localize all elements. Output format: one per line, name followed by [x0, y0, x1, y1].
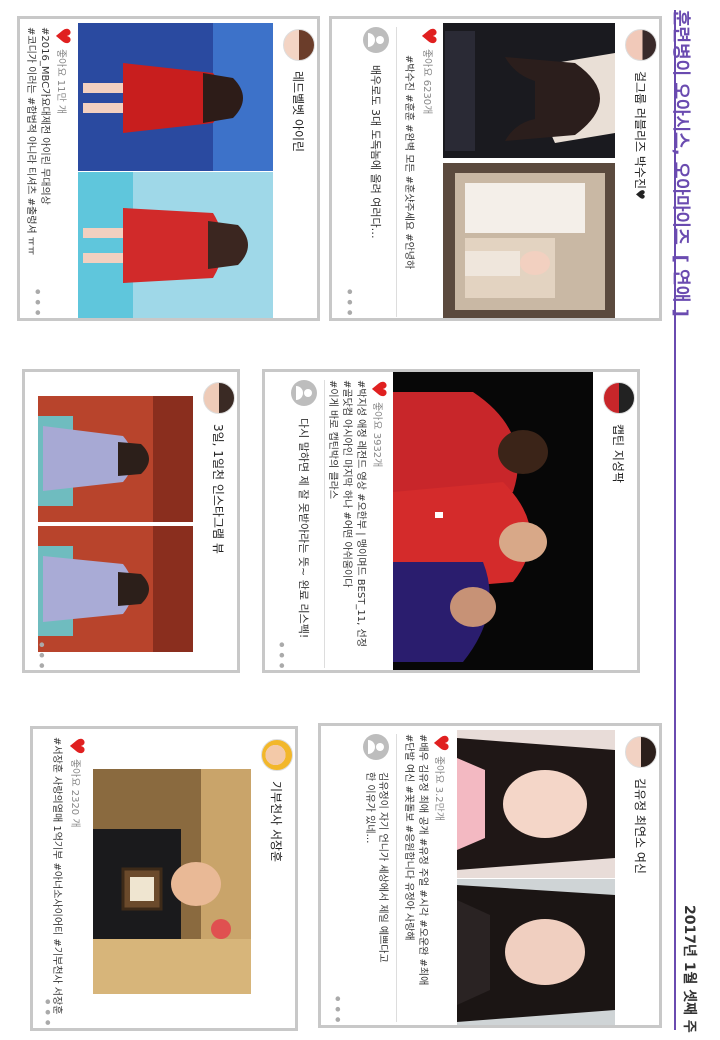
like-count: ♥ 좋아요 11만 개: [51, 27, 75, 115]
heart-icon[interactable]: ♥: [65, 737, 89, 755]
hashtags: #2016_MBC가요대제전 아이린 무대의상 #코디가 이러는 #합법적 아니…: [25, 27, 50, 256]
bracket-open: [: [670, 254, 691, 263]
post-author[interactable]: 걸그룹 러블리즈 박수진♥: [625, 29, 657, 200]
more-options-icon[interactable]: •••: [272, 640, 291, 670]
username[interactable]: 3일, 1일천 인스타그램 뷰: [211, 424, 228, 554]
post-photo[interactable]: [78, 23, 273, 318]
comment-text: 다시 말하면 제 잘 못받아라는 뜻~ 완료 리스펙!: [297, 418, 310, 639]
likes-text: 좋아요 3.2만개: [433, 755, 445, 822]
post-card[interactable]: 기부천사 서장훈 ♥ 좋아요 2320 개 #서장훈 사랑의열매 1억기부 #아…: [30, 726, 298, 1031]
avatar[interactable]: [261, 739, 293, 771]
like-count: ♥ 좋아요 3.2만개: [429, 734, 453, 822]
issue-date: 2017년 1월 셋째 주: [681, 905, 697, 1033]
username[interactable]: 김유정 최연소 여신: [633, 778, 650, 874]
like-count: ♥ 좋아요 6230개: [417, 27, 441, 115]
divider: [396, 734, 397, 1022]
page: 훈련병이 오아시스, 오아마이즈 [ 연애 ] 2017년 1월 셋째 주 걸그룹…: [0, 0, 720, 1040]
hashtags: #서장훈 사랑의열매 1억기부 #아너소사이어티 #기부천사 서장훈: [51, 737, 62, 1015]
avatar[interactable]: [603, 382, 635, 414]
post-card[interactable]: 캡틴 지성팍 ♥ 좋아요 3932개 #박지성 애정 레전드 영상 #오한부 |…: [262, 369, 640, 673]
bracket-close: ]: [670, 308, 691, 317]
post-card[interactable]: 김유정 최연소 여신 ♥ 좋아요 3.2만개 #배우 김유정 최애 공개 #유정…: [318, 723, 662, 1028]
section-label: 연애: [670, 269, 691, 303]
likes-text: 좋아요 3932개: [371, 401, 383, 468]
hashtags: #박수진 #훈훈 #완벽 모든 #훈샷주세요 #안녕하: [403, 55, 414, 270]
hashtags: #박지성 애정 레전드 영상 #오한부 | 맹이며드 BEST_11, 선정 #…: [327, 380, 366, 647]
likes-text: 좋아요 6230개: [421, 48, 433, 115]
page-title: 훈련병이 오아시스, 오아마이즈 [ 연애 ]: [669, 10, 695, 317]
avatar[interactable]: [203, 382, 235, 414]
post-photo[interactable]: [93, 769, 251, 994]
commenter-avatar-icon: [363, 734, 389, 760]
post-author[interactable]: 기부천사 서장훈: [261, 739, 293, 862]
more-options-icon[interactable]: •••: [38, 997, 57, 1028]
heart-icon[interactable]: ♥: [367, 380, 391, 398]
commenter-avatar-icon: [291, 380, 317, 406]
post-photo[interactable]: [457, 730, 615, 1025]
post-author[interactable]: 김유정 최연소 여신: [625, 736, 657, 874]
heart-icon[interactable]: ♥: [417, 27, 441, 45]
post-card[interactable]: 3일, 1일천 인스타그램 뷰 •••: [22, 369, 240, 673]
comment-text: 김유정이 자기 언니가 세상에서 제일 예쁘다고 한 이유가 있네…: [364, 772, 388, 963]
username[interactable]: 기부천사 서장훈: [269, 781, 286, 862]
divider: [324, 380, 325, 668]
more-options-icon[interactable]: •••: [340, 287, 359, 318]
username[interactable]: 레드벨벳 아이린: [291, 71, 308, 152]
post-author[interactable]: 캡틴 지성팍: [603, 382, 635, 483]
title-main: 훈련병이 오아시스, 오아마이즈: [670, 10, 691, 245]
username[interactable]: 걸그룹 러블리즈 박수진♥: [633, 71, 650, 200]
heart-icon[interactable]: ♥: [429, 734, 453, 752]
post-photo[interactable]: [393, 372, 593, 670]
avatar[interactable]: [625, 736, 657, 768]
post-author[interactable]: 3일, 1일천 인스타그램 뷰: [203, 382, 235, 554]
post-photo[interactable]: [443, 23, 615, 318]
post-photo[interactable]: [38, 396, 193, 652]
comment: 배우로도 3대 도독놈에 올려 여러다…: [363, 27, 389, 239]
more-options-icon[interactable]: •••: [328, 994, 347, 1025]
username[interactable]: 캡틴 지성팍: [611, 424, 628, 483]
hashtags: #배우 김유정 최애 공개 #유정 주얼 #시각 #오운완 #최애 #단발 여신…: [403, 734, 428, 986]
more-options-icon[interactable]: •••: [28, 287, 47, 318]
comment: 김유정이 자기 언니가 세상에서 제일 예쁘다고 한 이유가 있네…: [363, 734, 389, 963]
post-card[interactable]: 걸그룹 러블리즈 박수진♥ ♥ 좋아요 6230개 #박수진 #훈훈 #완벽 모…: [329, 16, 662, 321]
like-count: ♥ 좋아요 3932개: [367, 380, 391, 468]
comment: 다시 말하면 제 잘 못받아라는 뜻~ 완료 리스펙!: [291, 380, 317, 638]
likes-text: 좋아요 2320 개: [69, 758, 81, 828]
divider: [396, 27, 397, 317]
post-card[interactable]: 레드벨벳 아이린 ♥ 좋아요 11만 개 #2016_MBC가요대제전 아이린 …: [17, 16, 320, 321]
more-options-icon[interactable]: •••: [32, 640, 51, 670]
comment-text: 배우로도 3대 도독놈에 올려 여러다…: [369, 65, 382, 239]
commenter-avatar-icon: [363, 27, 389, 53]
likes-text: 좋아요 11만 개: [55, 48, 67, 115]
post-author[interactable]: 레드벨벳 아이린: [283, 29, 315, 152]
heart-icon[interactable]: ♥: [51, 27, 75, 45]
avatar[interactable]: [625, 29, 657, 61]
avatar[interactable]: [283, 29, 315, 61]
like-count: ♥ 좋아요 2320 개: [65, 737, 89, 828]
